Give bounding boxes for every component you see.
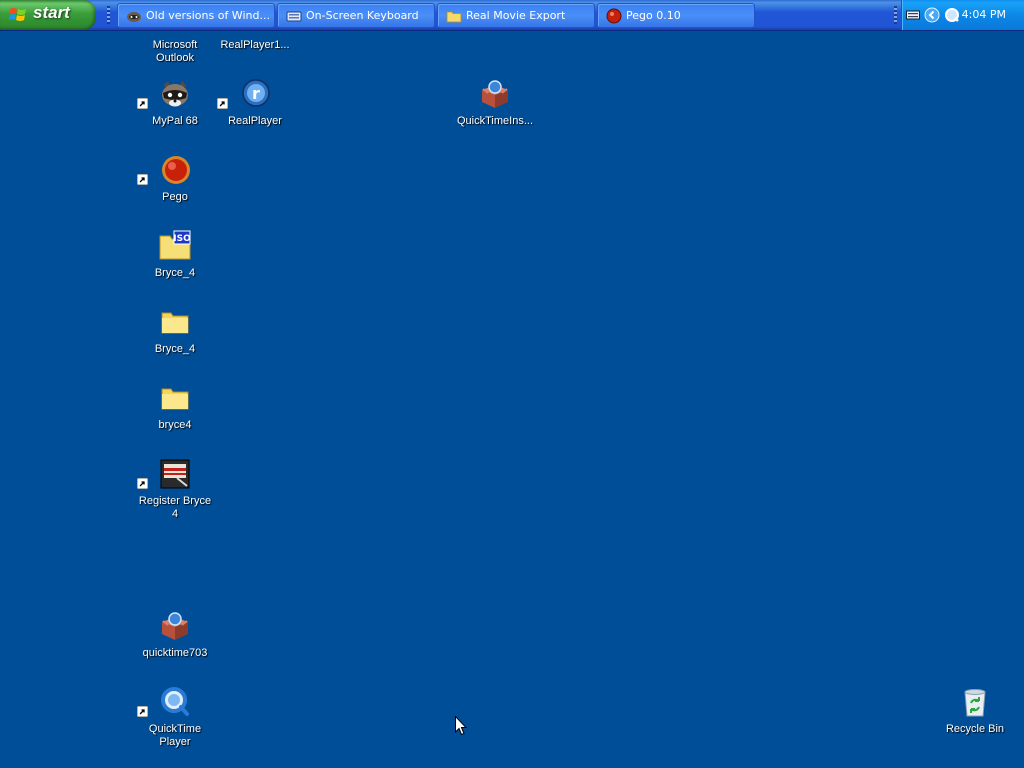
desktop-icon-register-bryce4[interactable]: Register Bryce 4 xyxy=(137,458,213,524)
register-app-icon xyxy=(160,459,190,489)
svg-text:r: r xyxy=(252,84,260,103)
taskbar-grip[interactable] xyxy=(107,6,110,24)
system-tray: 4:04 PM xyxy=(901,0,1024,30)
task-on-screen-keyboard[interactable]: On-Screen Keyboard xyxy=(277,3,435,28)
shortcut-arrow-icon xyxy=(137,478,148,489)
shortcut-arrow-icon xyxy=(217,98,228,109)
start-button[interactable]: start xyxy=(0,0,96,30)
mouse-cursor-icon xyxy=(455,716,467,736)
icon-label: RealPlayer xyxy=(228,115,282,127)
pego-red-ball-icon xyxy=(162,156,190,184)
keyboard-icon xyxy=(286,11,302,22)
task-pego[interactable]: Pego 0.10 xyxy=(597,3,755,28)
tray-grip xyxy=(894,6,897,24)
task-label: Real Movie Export xyxy=(466,9,566,22)
folder-icon xyxy=(161,388,189,410)
desktop-icon-mypal[interactable]: MyPal 68 xyxy=(137,78,213,130)
pego-red-ball-icon xyxy=(606,8,622,24)
desktop-icon-realplayer[interactable]: r RealPlayer xyxy=(217,78,293,130)
icon-label: Bryce_4 xyxy=(154,343,196,355)
desktop-icon-microsoft-outlook[interactable]: Microsoft Outlook xyxy=(137,39,213,69)
keyboard-icon[interactable] xyxy=(906,8,920,22)
folder-icon xyxy=(161,312,189,334)
icon-label: quicktime703 xyxy=(142,647,208,659)
icon-label: RealPlayer1... xyxy=(220,39,290,51)
icon-label: QuickTimeIns... xyxy=(457,115,533,127)
browser-raccoon-icon xyxy=(127,12,141,22)
start-label: start xyxy=(33,3,70,22)
taskbar: start Old versions of Wind... On-Screen … xyxy=(0,0,1024,31)
svg-text:ISO: ISO xyxy=(173,234,191,244)
desktop-icon-realplayer-installer[interactable]: RealPlayer1... xyxy=(217,39,293,55)
icon-label: Recycle Bin xyxy=(945,723,1005,735)
icon-label: bryce4 xyxy=(158,419,192,431)
task-label: On-Screen Keyboard xyxy=(306,9,419,22)
icon-label: Microsoft Outlook xyxy=(152,39,198,64)
task-label: Pego 0.10 xyxy=(626,9,681,22)
desktop-icon-quicktime-installer[interactable]: QuickTimeIns... xyxy=(457,78,533,130)
desktop-icon-pego[interactable]: Pego xyxy=(137,154,213,206)
clock: 4:04 PM xyxy=(961,8,1006,21)
iso-folder-icon: ISO xyxy=(159,230,191,260)
chevron-left-icon[interactable] xyxy=(924,7,940,23)
realplayer-icon: r xyxy=(242,79,270,107)
icon-label: Register Bryce 4 xyxy=(138,495,212,520)
windows-flag-icon xyxy=(9,8,26,21)
task-real-movie-export[interactable]: Real Movie Export xyxy=(437,3,595,28)
task-label: Old versions of Wind... xyxy=(146,9,270,22)
shortcut-arrow-icon xyxy=(137,706,148,717)
icon-label: MyPal 68 xyxy=(152,115,198,127)
desktop-icon-bryce4-lowercase-folder[interactable]: bryce4 xyxy=(137,382,213,434)
recycle-bin-icon xyxy=(964,689,986,717)
icon-label: Bryce_4 xyxy=(154,267,196,279)
desktop-icon-quicktime703[interactable]: quicktime703 xyxy=(137,610,213,662)
shortcut-arrow-icon xyxy=(137,98,148,109)
task-old-versions-of-windows[interactable]: Old versions of Wind... xyxy=(117,3,275,28)
desktop-icon-bryce4-iso[interactable]: ISO Bryce_4 xyxy=(137,230,213,282)
icon-label: QuickTime Player xyxy=(148,723,202,748)
raccoon-browser-icon xyxy=(162,81,188,107)
installer-box-icon xyxy=(482,80,508,108)
shortcut-arrow-icon xyxy=(137,174,148,185)
desktop-icon-quicktime-player[interactable]: QuickTime Player xyxy=(137,686,213,752)
quicktime-icon xyxy=(161,687,189,716)
icon-label: Pego xyxy=(162,191,188,203)
quicktime-icon[interactable] xyxy=(944,7,960,23)
desktop-icon-bryce4-folder[interactable]: Bryce_4 xyxy=(137,306,213,358)
desktop-icon-recycle-bin[interactable]: Recycle Bin xyxy=(937,686,1013,738)
installer-box-icon xyxy=(162,612,188,640)
folder-icon xyxy=(446,11,462,23)
